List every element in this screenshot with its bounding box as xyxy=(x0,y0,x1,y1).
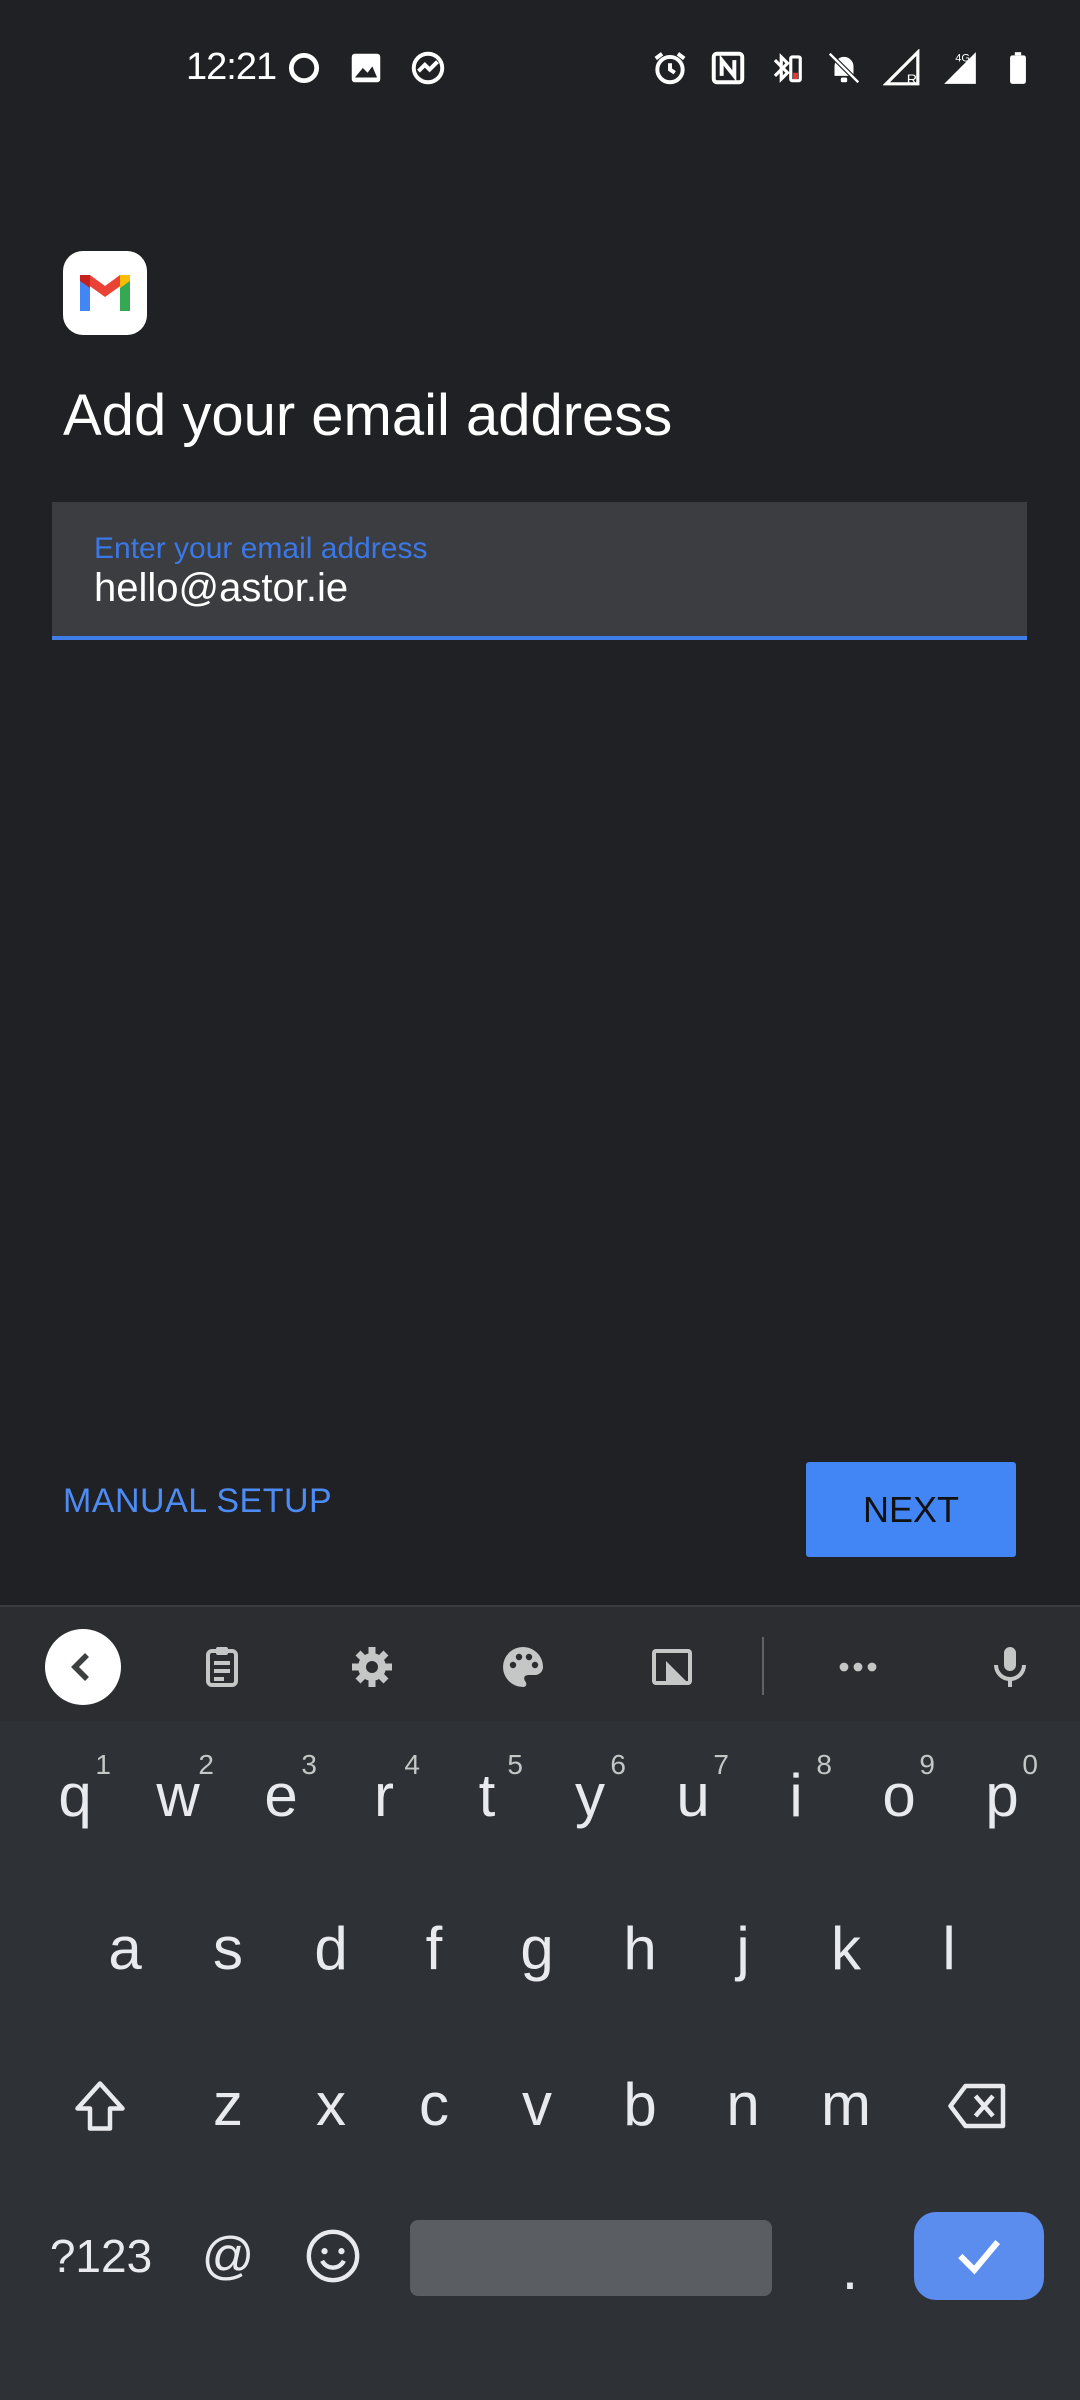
period-key[interactable]: . xyxy=(800,2208,900,2328)
email-field-label: Enter your email address xyxy=(94,532,428,565)
page-title: Add your email address xyxy=(63,383,673,448)
key-y[interactable]: y6 xyxy=(540,1735,640,1855)
key-o[interactable]: o9 xyxy=(849,1735,949,1855)
key-t[interactable]: t5 xyxy=(437,1735,537,1855)
check-icon xyxy=(958,2240,1000,2275)
alarm-icon xyxy=(650,48,690,88)
key-u[interactable]: u7 xyxy=(643,1735,743,1855)
more-icon[interactable] xyxy=(820,1629,896,1705)
key-e[interactable]: e3 xyxy=(231,1735,331,1855)
bluetooth-battery-icon xyxy=(766,48,806,88)
circle-status-icon xyxy=(284,48,324,88)
symbols-key[interactable]: ?123 xyxy=(36,2196,166,2316)
key-p[interactable]: p0 xyxy=(952,1735,1052,1855)
gmail-icon xyxy=(63,251,147,335)
key-l[interactable]: l xyxy=(899,1888,999,2008)
email-field[interactable]: Enter your email address hello@astor.ie xyxy=(52,502,1027,640)
bell-off-icon xyxy=(824,48,864,88)
key-c[interactable]: c xyxy=(384,2044,484,2164)
next-button[interactable]: NEXT xyxy=(806,1462,1016,1557)
key-n[interactable]: n xyxy=(693,2044,793,2164)
signal-r-icon: R xyxy=(882,48,922,88)
clipboard-icon[interactable] xyxy=(184,1629,260,1705)
status-bar: 12:21 R 4G xyxy=(0,0,1080,140)
resize-icon[interactable] xyxy=(634,1629,710,1705)
keyboard-toolbar xyxy=(0,1605,1080,1721)
key-b[interactable]: b xyxy=(590,2044,690,2164)
back-icon[interactable] xyxy=(45,1629,121,1705)
backspace-icon[interactable] xyxy=(928,2046,1028,2166)
key-d[interactable]: d xyxy=(281,1888,381,2008)
status-time: 12:21 xyxy=(186,46,277,88)
signal-4g-icon: 4G xyxy=(940,48,980,88)
key-r[interactable]: r4 xyxy=(334,1735,434,1855)
key-z[interactable]: z xyxy=(178,2044,278,2164)
manual-setup-button[interactable]: MANUAL SETUP xyxy=(63,1482,332,1521)
key-a[interactable]: a xyxy=(75,1888,175,2008)
svg-text:R: R xyxy=(907,72,917,87)
key-s[interactable]: s xyxy=(178,1888,278,2008)
email-field-value[interactable]: hello@astor.ie xyxy=(94,566,348,611)
key-k[interactable]: k xyxy=(796,1888,896,2008)
battery-icon xyxy=(998,48,1038,88)
palette-icon[interactable] xyxy=(485,1629,561,1705)
image-icon xyxy=(346,48,386,88)
key-j[interactable]: j xyxy=(693,1888,793,2008)
key-q[interactable]: q1 xyxy=(25,1735,125,1855)
gear-icon[interactable] xyxy=(334,1629,410,1705)
key-x[interactable]: x xyxy=(281,2044,381,2164)
key-m[interactable]: m xyxy=(796,2044,896,2164)
at-key[interactable]: @ xyxy=(178,2196,278,2316)
key-v[interactable]: v xyxy=(487,2044,587,2164)
key-f[interactable]: f xyxy=(384,1888,484,2008)
chart-activity-icon xyxy=(408,48,448,88)
emoji-icon[interactable] xyxy=(283,2196,383,2316)
space-key[interactable] xyxy=(410,2220,772,2296)
toolbar-divider xyxy=(762,1637,764,1695)
key-h[interactable]: h xyxy=(590,1888,690,2008)
shift-icon[interactable] xyxy=(50,2046,150,2166)
mic-icon[interactable] xyxy=(972,1629,1048,1705)
key-g[interactable]: g xyxy=(487,1888,587,2008)
key-w[interactable]: w2 xyxy=(128,1735,228,1855)
key-i[interactable]: i8 xyxy=(746,1735,846,1855)
enter-key[interactable] xyxy=(914,2212,1044,2300)
svg-text:4G: 4G xyxy=(955,53,970,65)
nfc-icon xyxy=(708,48,748,88)
